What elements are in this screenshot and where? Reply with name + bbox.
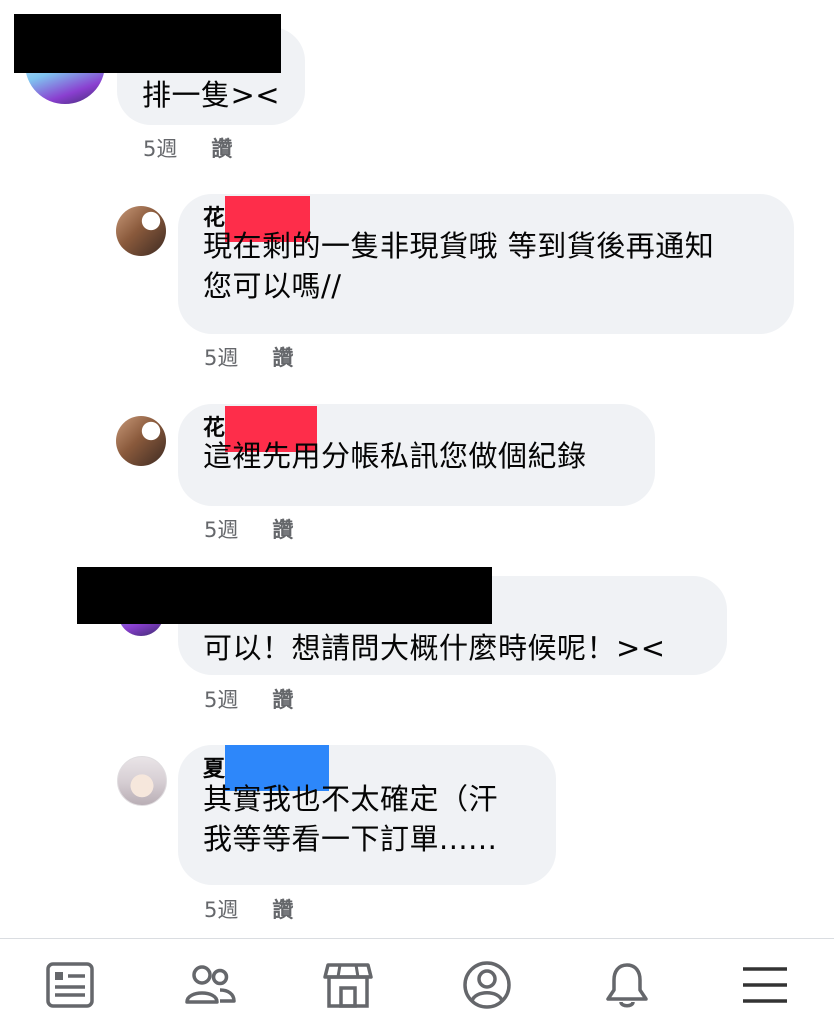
nav-friends[interactable] xyxy=(182,957,238,1013)
like-button[interactable]: 讚 xyxy=(272,898,293,922)
comment-text: 現在剩的一隻非現貨哦 等到貨後再通知 您可以嗎// xyxy=(203,229,715,303)
nav-notifications[interactable] xyxy=(599,957,655,1013)
comment-timestamp[interactable]: 5週 xyxy=(204,346,238,370)
bottom-nav-bar xyxy=(0,938,834,1025)
comment-text: 這裡先用分帳私訊您做個紀錄 xyxy=(203,439,587,473)
profile-icon xyxy=(463,961,511,1009)
nav-menu[interactable] xyxy=(737,957,793,1013)
comment-meta: 5週 讚 xyxy=(204,342,293,372)
notifications-bell-icon xyxy=(606,963,648,1008)
redacted-author-block xyxy=(14,14,281,73)
marketplace-icon xyxy=(323,963,373,1008)
nav-marketplace[interactable] xyxy=(320,957,376,1013)
friends-icon xyxy=(185,965,236,1004)
comment-bubble[interactable]: 花 這裡先用分帳私訊您做個紀錄 xyxy=(178,404,655,506)
comment-bubble[interactable]: 花 現在剩的一隻非現貨哦 等到貨後再通知 您可以嗎// xyxy=(178,194,794,334)
like-button[interactable]: 讚 xyxy=(272,518,293,542)
news-feed-icon xyxy=(46,962,94,1008)
comment-meta: 5週 讚 xyxy=(204,514,293,544)
redacted-author-block xyxy=(77,567,492,624)
nav-news-feed[interactable] xyxy=(42,957,98,1013)
comment-text: 其實我也不太確定（汗 我等等看一下訂單...... xyxy=(203,782,499,856)
comment-meta: 5週 讚 xyxy=(204,684,293,714)
like-button[interactable]: 讚 xyxy=(272,688,293,712)
comment-meta: 5週 讚 xyxy=(204,894,293,924)
avatar[interactable] xyxy=(117,756,167,806)
comment-text: 可以！想請問大概什麼時候呢！>< xyxy=(203,631,666,665)
like-button[interactable]: 讚 xyxy=(272,346,293,370)
avatar[interactable] xyxy=(116,416,166,466)
comment-meta: 5週 讚 xyxy=(143,133,232,163)
avatar[interactable] xyxy=(116,206,166,256)
comment-timestamp[interactable]: 5週 xyxy=(204,518,238,542)
comment-timestamp[interactable]: 5週 xyxy=(204,898,238,922)
like-button[interactable]: 讚 xyxy=(211,137,232,161)
comment-timestamp[interactable]: 5週 xyxy=(204,688,238,712)
nav-profile[interactable] xyxy=(459,957,515,1013)
comment-bubble[interactable]: 夏 其實我也不太確定（汗 我等等看一下訂單...... xyxy=(178,745,556,885)
comment-timestamp[interactable]: 5週 xyxy=(143,137,177,161)
comment-text: 排一隻>< xyxy=(142,78,281,112)
menu-icon xyxy=(743,967,787,1003)
